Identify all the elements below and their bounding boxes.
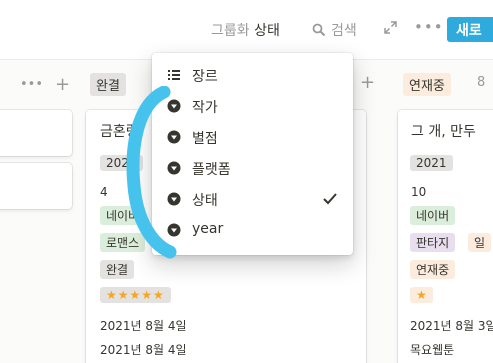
menu-item-genre[interactable]: 장르 (152, 60, 353, 91)
group-by-label: 그룹화 (211, 23, 250, 39)
menu-item-platform[interactable]: 플랫폼 (152, 153, 353, 184)
group-header-ongoing[interactable]: 연재중 (403, 73, 451, 96)
menu-item-label: year (192, 221, 224, 237)
select-icon (167, 161, 181, 175)
search-button[interactable]: 검색 (312, 20, 357, 40)
card-right-genre2-tag: 일 (468, 233, 492, 252)
group-by-value: 상태 (254, 23, 280, 39)
card-right-year-tag: 2021 (410, 155, 453, 171)
card-date-2: 2021년 8월 4일 (100, 343, 187, 357)
select-icon (167, 99, 181, 113)
menu-item-year[interactable]: year (152, 215, 353, 246)
left-group-add-icon[interactable]: + (55, 74, 70, 95)
menu-item-label: 플랫폼 (192, 162, 231, 178)
more-icon[interactable]: ••• (414, 18, 444, 36)
card-title: 금혼령- (100, 124, 144, 140)
toolbar: 그룹화 상태 검색 ••• 새로 (0, 0, 493, 60)
search-icon (312, 23, 326, 37)
checkmark-icon (323, 193, 337, 205)
search-label: 검색 (331, 23, 357, 39)
new-button[interactable]: 새로 (447, 17, 493, 42)
group-header-done[interactable]: 완결 (90, 73, 126, 96)
card-score: 4 (100, 185, 108, 199)
card-right-date: 2021년 8월 3일 (410, 319, 493, 333)
group-ongoing-count: 8 (477, 75, 486, 90)
card-left-2[interactable] (0, 163, 72, 209)
card-right-rating-tag: ★ (410, 287, 433, 303)
select-icon (167, 223, 181, 237)
card-year-tag: 2021 (100, 155, 143, 171)
left-group-actions: ••• + (20, 74, 70, 95)
card-date-1: 2021년 8월 4일 (100, 319, 187, 333)
card-genre-tag: 로맨스 (100, 233, 146, 252)
card-left-1[interactable] (0, 110, 72, 156)
card-right-score: 10 (411, 185, 427, 199)
menu-item-label: 별점 (192, 131, 218, 147)
expand-button[interactable] (384, 21, 397, 38)
card-right[interactable]: 그 개, 만두 2021 10 네이버 판타지 일 연재중 ★ 2021년 8월… (398, 110, 493, 363)
menu-item-status[interactable]: 상태 (152, 184, 353, 215)
group-by-menu: 장르 작가 별점 플랫폼 상태 year (152, 53, 353, 255)
expand-icon (384, 21, 397, 34)
card-right-day: 목요웹툰 (410, 343, 455, 357)
menu-item-label: 작가 (192, 100, 218, 116)
group-by-button[interactable]: 그룹화 상태 (211, 20, 280, 40)
select-icon (167, 192, 181, 206)
menu-item-author[interactable]: 작가 (152, 91, 353, 122)
card-rating-tag: ★★★★★ (100, 287, 171, 303)
menu-item-rating[interactable]: 별점 (152, 122, 353, 153)
select-icon (167, 130, 181, 144)
menu-item-label: 장르 (192, 69, 218, 85)
card-right-title: 그 개, 만두 (411, 124, 476, 140)
card-right-genre-tag: 판타지 (410, 233, 456, 252)
done-group-add-icon[interactable]: + (360, 72, 375, 93)
list-icon (168, 70, 180, 80)
card-right-platform-tag: 네이버 (410, 206, 456, 225)
card-right-status-tag: 연재중 (410, 260, 456, 279)
menu-item-label: 상태 (192, 193, 218, 209)
card-status-tag: 완결 (100, 260, 135, 279)
card-platform-tag: 네이버 (100, 206, 146, 225)
left-group-more-icon[interactable]: ••• (20, 77, 43, 92)
